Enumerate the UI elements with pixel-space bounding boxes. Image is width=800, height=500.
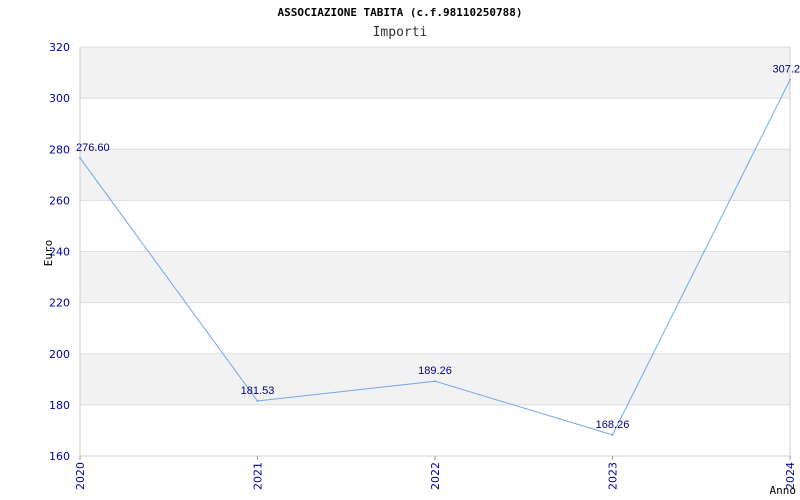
y-tick-label: 160 <box>49 450 70 463</box>
data-point <box>611 433 614 436</box>
data-point <box>434 380 436 383</box>
data-label: 181.53 <box>241 385 275 397</box>
y-tick-label: 280 <box>49 143 70 156</box>
data-label: 307.2 <box>772 64 800 76</box>
x-tick-label: 2023 <box>607 462 620 490</box>
data-point <box>79 156 81 159</box>
data-label: 276.60 <box>76 142 110 154</box>
y-tick-label: 300 <box>49 92 70 105</box>
line-chart: 160180200220240260280300320 2020 2021 2022… <box>42 41 800 497</box>
grid-band <box>80 404 790 456</box>
grid-band <box>80 98 790 150</box>
data-label: 189.26 <box>418 365 452 377</box>
data-point <box>256 399 259 402</box>
x-tick-labels: 2020 2021 2022 2023 2024 <box>74 456 797 490</box>
x-tick-label: 2021 <box>252 462 265 490</box>
y-tick-label: 200 <box>49 348 70 361</box>
data-point <box>789 78 791 81</box>
grid-band <box>80 302 790 354</box>
data-label: 168.26 <box>596 419 630 431</box>
grid-band <box>80 251 790 303</box>
grid-band <box>80 149 790 201</box>
y-axis-label: Euro <box>42 240 55 267</box>
y-tick-label: 180 <box>49 399 70 412</box>
x-tick-label: 2020 <box>74 462 87 490</box>
grid-band <box>80 47 790 99</box>
y-tick-label: 320 <box>49 41 70 54</box>
y-tick-label: 220 <box>49 297 70 310</box>
y-tick-label: 260 <box>49 194 70 207</box>
grid-band <box>80 353 790 405</box>
x-axis-label: Anno <box>770 484 797 497</box>
grid-band <box>80 200 790 252</box>
x-tick-label: 2022 <box>429 462 442 490</box>
